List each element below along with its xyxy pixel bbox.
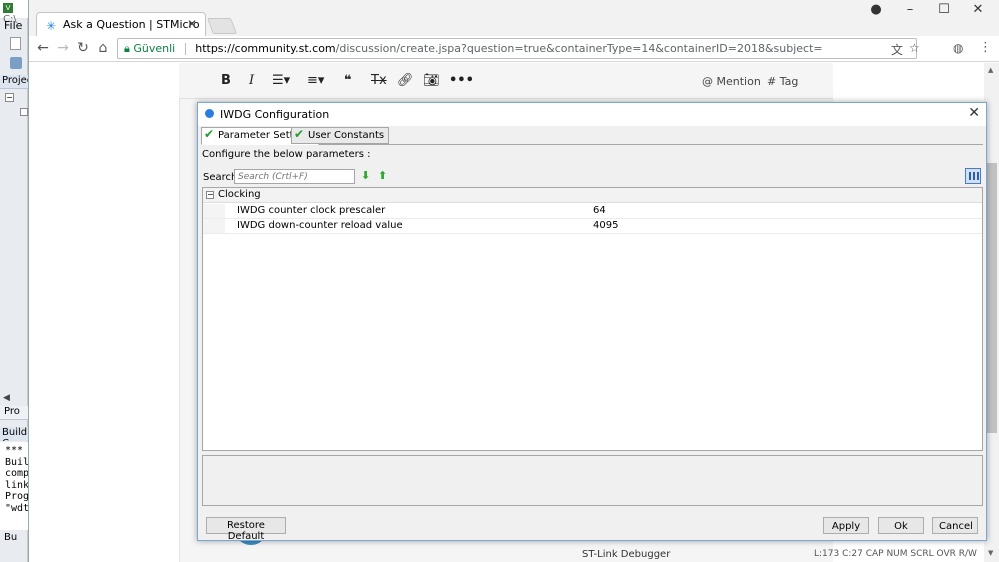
group-label: Clocking (218, 189, 261, 200)
scroll-left-icon[interactable]: ◀ (3, 393, 10, 403)
dialog-tabs: ✔ Parameter Settings ✔ User Constants (201, 127, 983, 145)
editor-status: L:173 C:27 CAP NUM SCRL OVR R/W (814, 549, 977, 559)
tree-expand-icon[interactable]: − (5, 93, 14, 102)
build-console-tab[interactable]: Build C (0, 427, 28, 441)
ide-background: V C:\ File Projec − ◀ Pro Build C *** Bu… (0, 0, 28, 562)
ide-app-icon: V (3, 3, 13, 13)
omnibox-divider (184, 43, 186, 55)
apply-button[interactable]: Apply (823, 517, 869, 534)
new-file-icon[interactable] (10, 37, 21, 50)
italic-button[interactable]: I (249, 73, 254, 88)
clear-format-button[interactable]: Tx (371, 73, 387, 88)
secure-label: Güvenli (133, 42, 176, 55)
camera-icon[interactable]: 📷︎ (423, 73, 440, 88)
cancel-button[interactable]: Cancel (932, 517, 978, 534)
param-name: IWDG counter clock prescaler (237, 205, 386, 216)
home-icon[interactable]: ⌂ (95, 40, 111, 56)
param-value[interactable]: 64 (593, 205, 606, 216)
profile-icon[interactable]: ● (865, 2, 887, 17)
search-next-icon[interactable]: ⬇ (361, 169, 370, 182)
debugger-status: ST-Link Debugger (582, 549, 671, 560)
row-indent (203, 219, 225, 233)
minimize-icon[interactable]: – (899, 2, 921, 17)
translate-icon[interactable]: 文 (891, 41, 903, 58)
browser-toolbar: ← → ↻ ⌂ 🔒︎ Güvenli https://community.st.… (29, 36, 999, 62)
tab-user-constants[interactable]: ✔ User Constants (291, 127, 390, 144)
url-host: https://community.st.com (195, 42, 336, 55)
search-previous-icon[interactable]: ⬆ (378, 169, 387, 182)
extension-globe-icon[interactable]: ◍ (953, 41, 963, 55)
dialog-app-icon (205, 109, 214, 118)
console-line: "wdt (5, 502, 28, 514)
dialog-title: IWDG Configuration (220, 108, 330, 121)
ok-button[interactable]: Ok (878, 517, 924, 534)
bullet-list-icon[interactable]: ☰▾ (272, 73, 290, 88)
scroll-up-icon[interactable]: ▲ (988, 66, 993, 74)
back-icon[interactable]: ← (35, 40, 51, 56)
table-row[interactable]: IWDG counter clock prescaler 64 (203, 204, 982, 219)
maximize-icon[interactable]: ☐ (933, 2, 955, 17)
row-indent (203, 204, 225, 218)
st-favicon-icon: ✳ (46, 19, 57, 33)
problems-tab[interactable]: Pro (0, 406, 28, 420)
configure-label: Configure the below parameters : (202, 149, 371, 160)
editor-toolbar: B I ☰▾ ≡▾ ❝ Tx 🔗︎ 📷︎ ••• @ Mention # Tag (179, 63, 833, 99)
collapse-icon[interactable]: − (206, 191, 214, 199)
more-options-icon[interactable]: ••• (449, 73, 474, 88)
restore-default-button[interactable]: Restore Default (206, 517, 286, 542)
browser-tab[interactable]: ✳ Ask a Question | STMicro ✕ (36, 12, 206, 36)
bookmark-star-icon[interactable]: ☆ (909, 41, 920, 55)
layers-icon[interactable] (10, 57, 22, 69)
build-console: *** Buil comp link Prog "wdt (0, 442, 28, 530)
new-tab-button[interactable] (207, 18, 237, 34)
forward-icon[interactable]: → (55, 40, 71, 56)
tab-close-icon[interactable]: ✕ (187, 17, 197, 31)
dialog-close-icon[interactable]: ✕ (968, 105, 980, 121)
group-row[interactable]: − Clocking (203, 188, 982, 203)
tab-label: User Constants (308, 130, 385, 141)
address-bar[interactable]: 🔒︎ Güvenli https://community.st.com/disc… (117, 38, 917, 59)
checkmark-icon: ✔ (204, 127, 215, 141)
console-line: *** (5, 445, 24, 456)
param-name: IWDG down-counter reload value (237, 220, 403, 231)
checkmark-icon: ✔ (294, 127, 305, 141)
search-input[interactable] (234, 169, 355, 184)
console-line: Buil (5, 456, 28, 468)
ide-menu-file[interactable]: File (4, 19, 22, 32)
mention-button[interactable]: @ Mention (702, 75, 761, 88)
console-line: link (5, 479, 28, 491)
url-path: /discussion/create.jspa?question=true&co… (335, 42, 823, 55)
ide-title-bar: V C:\ (0, 0, 28, 25)
tab-strip: ✳ Ask a Question | STMicro ✕ ● – ☐ ✕ (29, 0, 999, 36)
browser-menu-icon[interactable]: ⋮ (979, 40, 992, 55)
dialog-title-bar: IWDG Configuration ✕ (198, 103, 986, 126)
console-line: Prog (5, 491, 28, 502)
scroll-down-icon[interactable]: ▼ (988, 549, 993, 557)
view-toggle-button[interactable] (965, 168, 981, 184)
tab-title: Ask a Question | STMicro (63, 18, 200, 31)
reload-icon[interactable]: ↻ (75, 40, 91, 56)
quote-button[interactable]: ❝ (344, 73, 352, 88)
description-panel (202, 455, 983, 506)
console-line: comp (5, 468, 28, 479)
param-value[interactable]: 4095 (593, 220, 618, 231)
parameter-table: − Clocking IWDG counter clock prescaler … (202, 187, 983, 451)
lock-icon: 🔒︎ (124, 42, 130, 55)
project-tab[interactable]: Projec (0, 75, 28, 89)
window-close-icon[interactable]: ✕ (967, 2, 989, 17)
bold-button[interactable]: B (221, 73, 231, 88)
iwdg-config-dialog: IWDG Configuration ✕ ✔ Parameter Setting… (197, 102, 987, 542)
numbered-list-icon[interactable]: ≡▾ (307, 73, 324, 88)
table-row[interactable]: IWDG down-counter reload value 4095 (203, 219, 982, 234)
tree-collapse-icon[interactable] (20, 108, 28, 116)
link-icon[interactable]: 🔗︎ (397, 73, 414, 88)
tag-button[interactable]: # Tag (767, 75, 798, 88)
scrollbar-thumb[interactable] (987, 163, 997, 433)
bottom-tab[interactable]: Bu (0, 532, 28, 546)
